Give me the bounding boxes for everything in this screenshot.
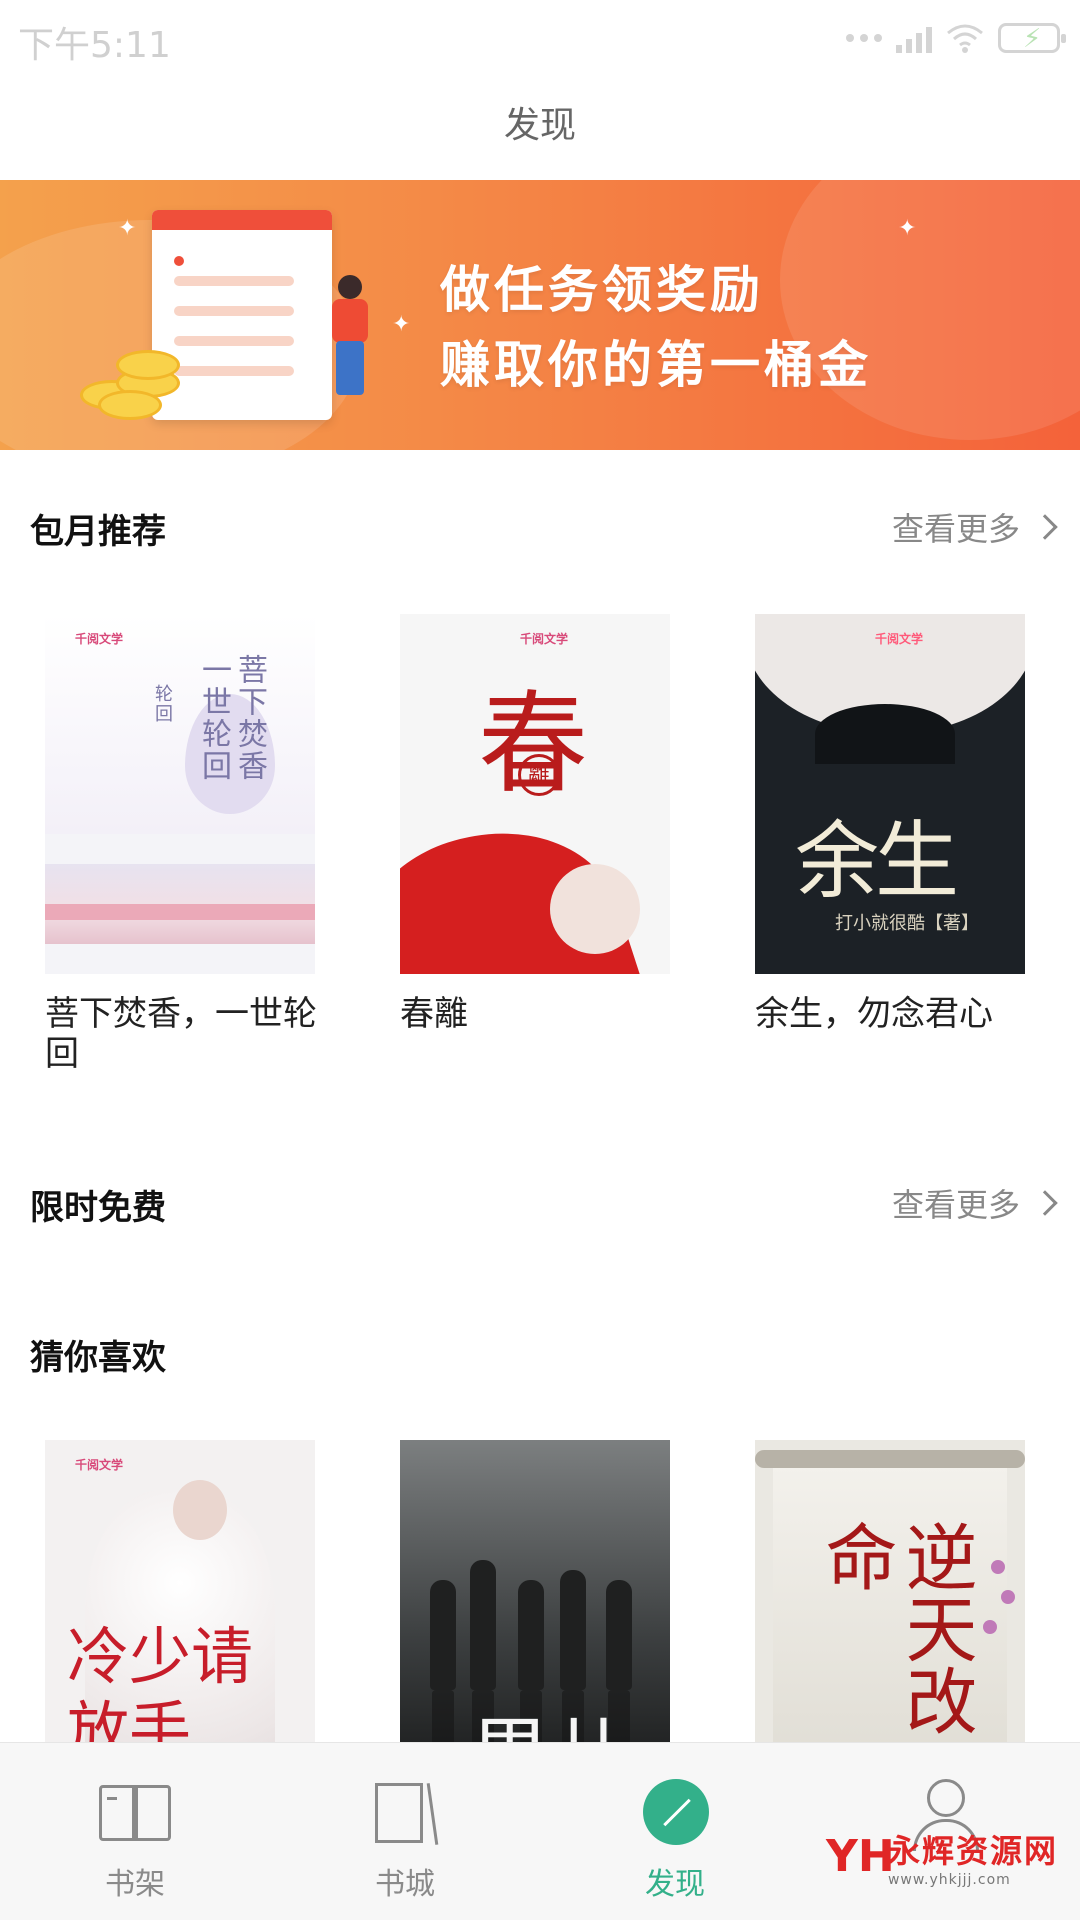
book-card[interactable]: 千阅文学 菩下焚香 一世轮回 轮回 菩下焚香，一世轮回: [45, 614, 317, 1074]
bookstore-icon: [367, 1779, 443, 1849]
more-label: 查看更多: [891, 1186, 1020, 1224]
watermark: YH 永辉资源网 www.yhkjjj.com: [826, 1826, 1058, 1888]
nav-bookstore[interactable]: 书城: [270, 1743, 540, 1920]
free-more-link[interactable]: 查看更多: [891, 1180, 1058, 1226]
book-card[interactable]: 千阅文学 余生 打小就很酷【著】 余生，勿念君心: [755, 614, 1025, 1034]
book-cover: 千阅文学 菩下焚香 一世轮回 轮回: [45, 614, 315, 974]
book-title: 春離: [400, 994, 468, 1034]
banner-headline: 做任务领奖励: [440, 261, 764, 319]
status-time: 下午5:11: [18, 25, 171, 66]
chevron-right-icon: [1032, 514, 1058, 540]
status-bar: 下午5:11 ⚡: [0, 0, 1080, 76]
book-card[interactable]: 千阅文学 春 離 春離: [400, 614, 670, 1034]
section-title-free: 限时免费: [30, 1188, 166, 1228]
bookshelf-icon: [97, 1779, 173, 1849]
nav-label: 书架: [105, 1867, 165, 1902]
watermark-url: www.yhkjjj.com: [887, 1872, 1011, 1888]
watermark-text: 永辉资源网: [887, 1832, 1058, 1870]
nav-label: 书城: [375, 1867, 435, 1902]
page-title: 发现: [503, 105, 576, 146]
nav-bookshelf[interactable]: 书架: [0, 1743, 270, 1920]
promo-banner[interactable]: ✦ ✦ ✦ 做任务领奖励 赚取你的第一桶金: [0, 180, 1080, 450]
nav-discover[interactable]: 发现: [540, 1743, 810, 1920]
wifi-icon: [947, 24, 983, 53]
banner-subheadline: 赚取你的第一桶金: [440, 336, 872, 394]
more-dots-icon: [846, 34, 882, 42]
monthly-more-link[interactable]: 查看更多: [891, 504, 1058, 550]
person-illustration: [330, 275, 370, 395]
nav-label: 发现: [645, 1867, 705, 1902]
book-cover: 千阅文学 春 離: [400, 614, 670, 974]
more-label: 查看更多: [891, 510, 1020, 548]
book-title: 菩下焚香，一世轮回: [45, 994, 317, 1074]
section-title-guess: 猜你喜欢: [30, 1338, 166, 1378]
status-icons: ⚡: [846, 20, 1066, 56]
coins-illustration: [80, 340, 190, 420]
battery-icon: ⚡: [998, 23, 1066, 54]
book-cover: 千阅文学 余生 打小就很酷【著】: [755, 614, 1025, 974]
discover-icon: [637, 1779, 713, 1849]
watermark-logo: YH: [825, 1831, 895, 1882]
chevron-right-icon: [1032, 1190, 1058, 1216]
book-title: 余生，勿念君心: [755, 994, 993, 1034]
section-title-monthly: 包月推荐: [30, 512, 166, 552]
signal-icon: [896, 23, 932, 53]
